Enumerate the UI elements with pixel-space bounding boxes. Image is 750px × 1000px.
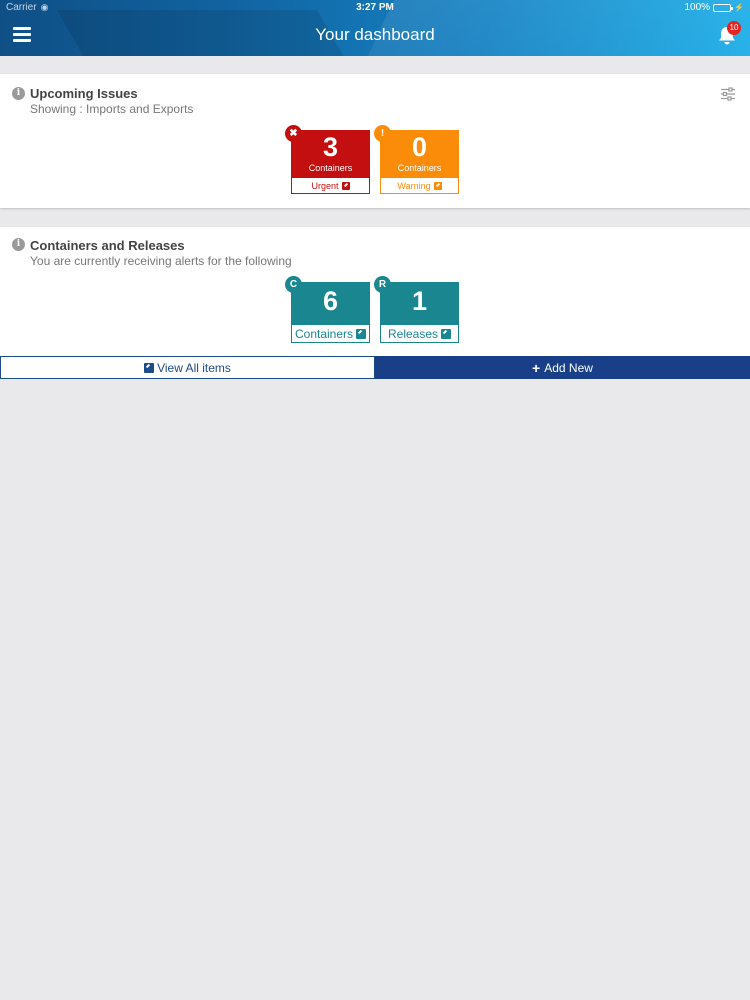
releases-link[interactable]: Releases bbox=[381, 325, 458, 342]
external-link-icon bbox=[144, 362, 155, 373]
add-new-label: Add New bbox=[544, 360, 593, 375]
containers-letter-icon: C bbox=[285, 276, 302, 293]
containers-tile[interactable]: 6 Containers bbox=[291, 282, 370, 343]
info-icon: i bbox=[12, 238, 25, 251]
app-header: Carrier ◉ 3:27 PM 100% ⚡ Your dashboard … bbox=[0, 0, 750, 56]
containers-count: 6 bbox=[322, 286, 339, 316]
notification-badge: 10 bbox=[727, 21, 741, 35]
warning-caption: Containers bbox=[397, 163, 442, 173]
containers-releases-title: Containers and Releases bbox=[30, 238, 185, 253]
action-buttons: View All items + Add New bbox=[0, 356, 750, 379]
external-link-icon bbox=[441, 328, 452, 339]
urgent-link[interactable]: Urgent bbox=[292, 178, 369, 193]
warning-link-label: Warning bbox=[397, 180, 431, 191]
releases-link-label: Releases bbox=[387, 326, 439, 341]
warning-count: 0 bbox=[411, 132, 428, 162]
urgent-count: 3 bbox=[322, 132, 339, 162]
containers-link[interactable]: Containers bbox=[292, 325, 369, 342]
urgent-containers-tile[interactable]: 3 Containers Urgent bbox=[291, 130, 370, 194]
error-icon: ✖ bbox=[285, 125, 302, 142]
battery-indicator: 100% ⚡ bbox=[684, 2, 744, 13]
status-bar: Carrier ◉ 3:27 PM 100% ⚡ bbox=[0, 0, 750, 16]
battery-percent: 100% bbox=[684, 2, 711, 13]
releases-letter-icon: R bbox=[374, 276, 391, 293]
upcoming-issues-subtitle: Showing : Imports and Exports bbox=[30, 102, 194, 116]
plus-icon: + bbox=[532, 359, 541, 376]
urgent-caption: Containers bbox=[308, 163, 353, 173]
battery-icon bbox=[713, 3, 734, 12]
external-link-icon bbox=[433, 181, 442, 190]
upcoming-issues-card: i Upcoming Issues Showing : Imports and … bbox=[0, 74, 750, 208]
urgent-link-label: Urgent bbox=[311, 180, 339, 191]
warning-link[interactable]: Warning bbox=[381, 178, 458, 193]
releases-tile[interactable]: 1 Releases bbox=[380, 282, 459, 343]
add-new-button[interactable]: + Add New bbox=[375, 356, 750, 379]
filter-settings-icon[interactable] bbox=[720, 87, 736, 101]
upcoming-issues-title: Upcoming Issues bbox=[30, 86, 138, 101]
page-title: Your dashboard bbox=[315, 25, 435, 44]
view-all-items-button[interactable]: View All items bbox=[0, 356, 375, 379]
external-link-icon bbox=[341, 181, 350, 190]
charging-icon: ⚡ bbox=[734, 3, 744, 12]
external-link-icon bbox=[356, 328, 367, 339]
containers-link-label: Containers bbox=[294, 326, 354, 341]
view-all-items-label: View All items bbox=[157, 360, 231, 375]
warning-containers-tile[interactable]: 0 Containers Warning bbox=[380, 130, 459, 194]
releases-count: 1 bbox=[411, 286, 428, 316]
info-icon: i bbox=[12, 87, 25, 100]
containers-releases-subtitle: You are currently receiving alerts for t… bbox=[30, 254, 292, 268]
status-time: 3:27 PM bbox=[356, 2, 394, 13]
warning-icon: ! bbox=[374, 125, 391, 142]
containers-releases-card: i Containers and Releases You are curren… bbox=[0, 227, 750, 357]
